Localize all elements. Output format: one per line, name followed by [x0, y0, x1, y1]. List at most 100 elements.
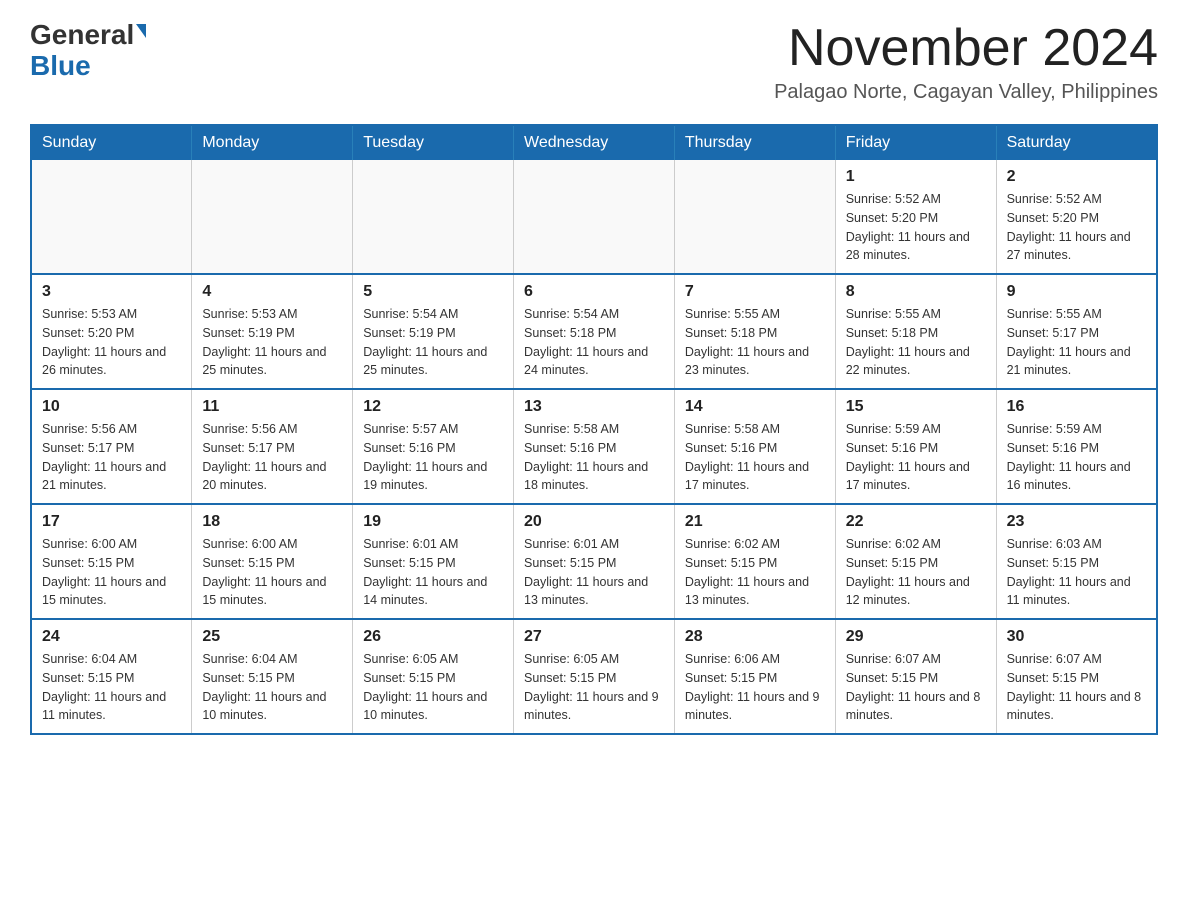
calendar-cell: 28Sunrise: 6:06 AM Sunset: 5:15 PM Dayli… — [674, 619, 835, 734]
day-info: Sunrise: 6:00 AM Sunset: 5:15 PM Dayligh… — [42, 535, 181, 610]
calendar-cell: 2 Sunrise: 5:52 AM Sunset: 5:20 PM Daylig… — [996, 160, 1157, 274]
day-number: 8 — [846, 283, 986, 301]
day-number: 10 — [42, 398, 181, 416]
calendar-cell: 11Sunrise: 5:56 AM Sunset: 5:17 PM Dayli… — [192, 389, 353, 504]
day-info: Sunrise: 5:56 AM Sunset: 5:17 PM Dayligh… — [202, 420, 342, 495]
day-info: Sunrise: 5:59 AM Sunset: 5:16 PM Dayligh… — [1007, 420, 1146, 495]
calendar-cell: 8Sunrise: 5:55 AM Sunset: 5:18 PM Daylig… — [835, 274, 996, 389]
calendar-cell: 16 Sunrise: 5:59 AM Sunset: 5:16 PM Dayli… — [996, 389, 1157, 504]
day-info: Sunrise: 6:04 AM Sunset: 5:15 PM Dayligh… — [42, 650, 181, 725]
day-number: 25 — [202, 628, 342, 646]
day-number: 16 — [1007, 398, 1146, 416]
calendar-header-monday: Monday — [192, 125, 353, 160]
logo-triangle-icon — [136, 24, 146, 38]
calendar-cell: 13 Sunrise: 5:58 AM Sunset: 5:16 PM Dayli… — [514, 389, 675, 504]
day-info: Sunrise: 5:57 AM Sunset: 5:16 PM Dayligh… — [363, 420, 503, 495]
day-number: 3 — [42, 283, 181, 301]
day-number: 14 — [685, 398, 825, 416]
day-number: 13 — [524, 398, 664, 416]
day-number: 1 — [846, 168, 986, 186]
calendar-header-tuesday: Tuesday — [353, 125, 514, 160]
day-info: Sunrise: 5:52 AM Sunset: 5:20 PM Dayligh… — [1007, 190, 1146, 265]
calendar-cell: 5 Sunrise: 5:54 AM Sunset: 5:19 PM Daylig… — [353, 274, 514, 389]
day-info: Sunrise: 6:03 AM Sunset: 5:15 PM Dayligh… — [1007, 535, 1146, 610]
day-number: 21 — [685, 513, 825, 531]
calendar-cell: 20 Sunrise: 6:01 AM Sunset: 5:15 PM Dayli… — [514, 504, 675, 619]
calendar-header-saturday: Saturday — [996, 125, 1157, 160]
month-title: November 2024 — [774, 20, 1158, 77]
calendar-cell: 21 Sunrise: 6:02 AM Sunset: 5:15 PM Dayli… — [674, 504, 835, 619]
calendar-week-row-4: 17Sunrise: 6:00 AM Sunset: 5:15 PM Dayli… — [31, 504, 1157, 619]
day-number: 28 — [685, 628, 825, 646]
day-info: Sunrise: 5:54 AM Sunset: 5:18 PM Dayligh… — [524, 305, 664, 380]
day-info: Sunrise: 5:56 AM Sunset: 5:17 PM Dayligh… — [42, 420, 181, 495]
calendar-cell: 10 Sunrise: 5:56 AM Sunset: 5:17 PM Dayli… — [31, 389, 192, 504]
calendar-week-row-1: 1 Sunrise: 5:52 AM Sunset: 5:20 PM Daylig… — [31, 160, 1157, 274]
calendar-cell — [192, 160, 353, 274]
day-number: 26 — [363, 628, 503, 646]
day-info: Sunrise: 6:02 AM Sunset: 5:15 PM Dayligh… — [685, 535, 825, 610]
calendar-cell: 24Sunrise: 6:04 AM Sunset: 5:15 PM Dayli… — [31, 619, 192, 734]
day-info: Sunrise: 6:00 AM Sunset: 5:15 PM Dayligh… — [202, 535, 342, 610]
calendar-cell: 25 Sunrise: 6:04 AM Sunset: 5:15 PM Dayli… — [192, 619, 353, 734]
day-info: Sunrise: 6:05 AM Sunset: 5:15 PM Dayligh… — [524, 650, 664, 725]
day-number: 30 — [1007, 628, 1146, 646]
day-number: 20 — [524, 513, 664, 531]
day-info: Sunrise: 5:53 AM Sunset: 5:20 PM Dayligh… — [42, 305, 181, 380]
day-number: 6 — [524, 283, 664, 301]
calendar-cell: 26Sunrise: 6:05 AM Sunset: 5:15 PM Dayli… — [353, 619, 514, 734]
day-info: Sunrise: 5:59 AM Sunset: 5:16 PM Dayligh… — [846, 420, 986, 495]
day-number: 27 — [524, 628, 664, 646]
calendar-cell: 18Sunrise: 6:00 AM Sunset: 5:15 PM Dayli… — [192, 504, 353, 619]
day-number: 12 — [363, 398, 503, 416]
day-info: Sunrise: 5:55 AM Sunset: 5:17 PM Dayligh… — [1007, 305, 1146, 380]
day-info: Sunrise: 6:07 AM Sunset: 5:15 PM Dayligh… — [846, 650, 986, 725]
calendar-cell: 30 Sunrise: 6:07 AM Sunset: 5:15 PM Dayli… — [996, 619, 1157, 734]
day-info: Sunrise: 5:53 AM Sunset: 5:19 PM Dayligh… — [202, 305, 342, 380]
logo-general-text: General — [30, 20, 134, 51]
day-info: Sunrise: 6:04 AM Sunset: 5:15 PM Dayligh… — [202, 650, 342, 725]
day-info: Sunrise: 6:02 AM Sunset: 5:15 PM Dayligh… — [846, 535, 986, 610]
day-number: 23 — [1007, 513, 1146, 531]
calendar-table: SundayMondayTuesdayWednesdayThursdayFrid… — [30, 124, 1158, 735]
calendar-cell: 4Sunrise: 5:53 AM Sunset: 5:19 PM Daylig… — [192, 274, 353, 389]
calendar-cell: 12 Sunrise: 5:57 AM Sunset: 5:16 PM Dayli… — [353, 389, 514, 504]
calendar-cell: 17Sunrise: 6:00 AM Sunset: 5:15 PM Dayli… — [31, 504, 192, 619]
calendar-cell: 27 Sunrise: 6:05 AM Sunset: 5:15 PM Dayli… — [514, 619, 675, 734]
calendar-cell: 29 Sunrise: 6:07 AM Sunset: 5:15 PM Dayli… — [835, 619, 996, 734]
day-number: 29 — [846, 628, 986, 646]
page-header: General Blue November 2024 Palagao Norte… — [30, 20, 1158, 104]
calendar-cell: 6 Sunrise: 5:54 AM Sunset: 5:18 PM Daylig… — [514, 274, 675, 389]
calendar-cell — [514, 160, 675, 274]
day-number: 2 — [1007, 168, 1146, 186]
calendar-cell: 15 Sunrise: 5:59 AM Sunset: 5:16 PM Dayli… — [835, 389, 996, 504]
calendar-cell: 1 Sunrise: 5:52 AM Sunset: 5:20 PM Daylig… — [835, 160, 996, 274]
day-number: 9 — [1007, 283, 1146, 301]
calendar-header-wednesday: Wednesday — [514, 125, 675, 160]
day-info: Sunrise: 6:07 AM Sunset: 5:15 PM Dayligh… — [1007, 650, 1146, 725]
day-number: 19 — [363, 513, 503, 531]
calendar-cell — [353, 160, 514, 274]
calendar-header-thursday: Thursday — [674, 125, 835, 160]
day-number: 7 — [685, 283, 825, 301]
location-text: Palagao Norte, Cagayan Valley, Philippin… — [774, 81, 1158, 104]
day-info: Sunrise: 6:01 AM Sunset: 5:15 PM Dayligh… — [524, 535, 664, 610]
calendar-week-row-3: 10 Sunrise: 5:56 AM Sunset: 5:17 PM Dayli… — [31, 389, 1157, 504]
calendar-week-row-5: 24Sunrise: 6:04 AM Sunset: 5:15 PM Dayli… — [31, 619, 1157, 734]
day-info: Sunrise: 5:54 AM Sunset: 5:19 PM Dayligh… — [363, 305, 503, 380]
calendar-cell: 9 Sunrise: 5:55 AM Sunset: 5:17 PM Daylig… — [996, 274, 1157, 389]
calendar-header-sunday: Sunday — [31, 125, 192, 160]
logo: General Blue — [30, 20, 146, 82]
day-number: 15 — [846, 398, 986, 416]
day-info: Sunrise: 5:55 AM Sunset: 5:18 PM Dayligh… — [685, 305, 825, 380]
day-number: 5 — [363, 283, 503, 301]
calendar-cell — [31, 160, 192, 274]
day-number: 22 — [846, 513, 986, 531]
calendar-header-row: SundayMondayTuesdayWednesdayThursdayFrid… — [31, 125, 1157, 160]
day-info: Sunrise: 5:52 AM Sunset: 5:20 PM Dayligh… — [846, 190, 986, 265]
calendar-cell: 7 Sunrise: 5:55 AM Sunset: 5:18 PM Daylig… — [674, 274, 835, 389]
day-info: Sunrise: 5:58 AM Sunset: 5:16 PM Dayligh… — [685, 420, 825, 495]
day-info: Sunrise: 5:58 AM Sunset: 5:16 PM Dayligh… — [524, 420, 664, 495]
day-info: Sunrise: 6:01 AM Sunset: 5:15 PM Dayligh… — [363, 535, 503, 610]
calendar-cell: 23 Sunrise: 6:03 AM Sunset: 5:15 PM Dayli… — [996, 504, 1157, 619]
